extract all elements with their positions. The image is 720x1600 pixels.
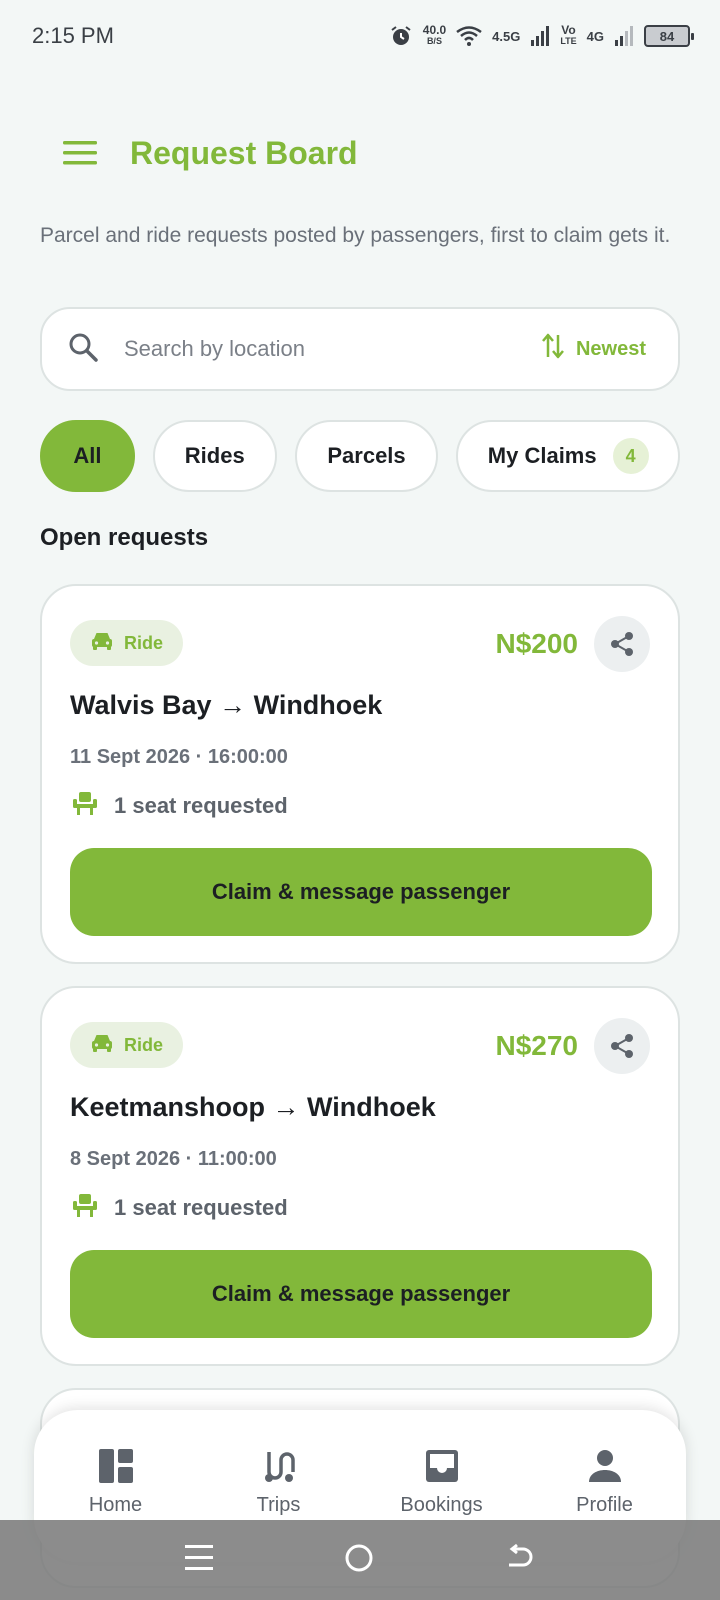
route-icon xyxy=(264,1452,295,1482)
back-arrow-icon xyxy=(508,1543,533,1566)
network-label-1: 4.5G xyxy=(492,28,521,44)
request-seats: 1 seat requested xyxy=(70,1192,288,1224)
filter-chip-my-claims[interactable]: My Claims 4 xyxy=(456,420,680,492)
app-header: Request Board xyxy=(0,118,720,188)
sort-arrows-icon xyxy=(542,333,564,365)
back-button[interactable] xyxy=(505,1543,535,1578)
circle-icon xyxy=(345,1544,373,1571)
recents-button[interactable] xyxy=(185,1543,214,1578)
search-bar: Newest xyxy=(40,307,680,391)
network-label-2: 4G xyxy=(586,28,604,44)
request-route: Keetmanshoop → Windhoek xyxy=(70,1092,436,1122)
dashboard-icon xyxy=(98,1449,133,1483)
signal-weak-icon xyxy=(614,26,634,46)
section-title: Open requests xyxy=(40,524,209,551)
search-input[interactable] xyxy=(124,336,542,362)
request-price: N$200 xyxy=(495,628,578,659)
request-price: N$270 xyxy=(495,1030,578,1061)
status-time: 2:15 PM xyxy=(32,23,114,48)
seat-icon xyxy=(70,790,100,822)
request-card: Ride N$270 Keetmanshoop → Windhoek 8 Sep… xyxy=(40,986,680,1366)
request-route: Walvis Bay → Windhoek xyxy=(70,690,383,720)
claim-message-button[interactable]: Claim & message passenger xyxy=(70,1250,652,1338)
share-button[interactable] xyxy=(594,1018,650,1074)
claim-message-button[interactable]: Claim & message passenger xyxy=(70,848,652,936)
request-datetime: 8 Sept 2026 · 11:00:00 xyxy=(70,1148,277,1170)
system-navigation-bar xyxy=(0,1520,720,1600)
claims-count-badge: 4 xyxy=(612,438,649,474)
search-icon xyxy=(68,332,98,367)
request-type-tag: Ride xyxy=(70,1022,184,1068)
request-type-tag: Ride xyxy=(70,620,184,666)
alarm-icon xyxy=(389,24,413,48)
status-icons: 40.0 B/S 4.5G Vo LTE 4G 84 xyxy=(389,23,694,48)
hamburger-icon xyxy=(63,141,97,165)
request-card: Ride N$200 Walvis Bay → Windhoek 11 Sept… xyxy=(40,584,680,964)
home-button[interactable] xyxy=(344,1543,374,1578)
sort-label: Newest xyxy=(575,337,646,360)
share-icon xyxy=(611,632,633,656)
page-subtitle: Parcel and ride requests posted by passe… xyxy=(40,224,671,247)
status-bar: 2:15 PM 40.0 B/S 4.5G Vo LTE 4G 84 xyxy=(0,0,720,72)
request-seats: 1 seat requested xyxy=(70,790,288,822)
sort-button[interactable]: Newest xyxy=(542,333,646,365)
car-icon xyxy=(90,1033,114,1058)
volte-label: Vo LTE xyxy=(560,23,577,46)
car-icon xyxy=(90,631,114,656)
filter-chips: All Rides Parcels My Claims 4 xyxy=(40,420,680,492)
menu-button[interactable] xyxy=(50,123,110,183)
share-button[interactable] xyxy=(594,616,650,672)
menu-lines-icon xyxy=(185,1544,214,1570)
filter-chip-parcels[interactable]: Parcels xyxy=(294,420,439,492)
inbox-icon xyxy=(425,1450,458,1482)
share-icon xyxy=(611,1034,633,1058)
wifi-icon xyxy=(456,26,482,46)
request-datetime: 11 Sept 2026 · 16:00:00 xyxy=(70,746,288,768)
person-icon xyxy=(588,1450,621,1482)
seat-icon xyxy=(70,1192,100,1224)
page-title: Request Board xyxy=(130,134,358,171)
filter-chip-rides[interactable]: Rides xyxy=(152,420,277,492)
net-speed: 40.0 B/S xyxy=(422,23,447,46)
signal-icon xyxy=(530,26,550,46)
filter-chip-all[interactable]: All xyxy=(40,420,135,492)
battery-icon: 84 xyxy=(644,25,694,47)
